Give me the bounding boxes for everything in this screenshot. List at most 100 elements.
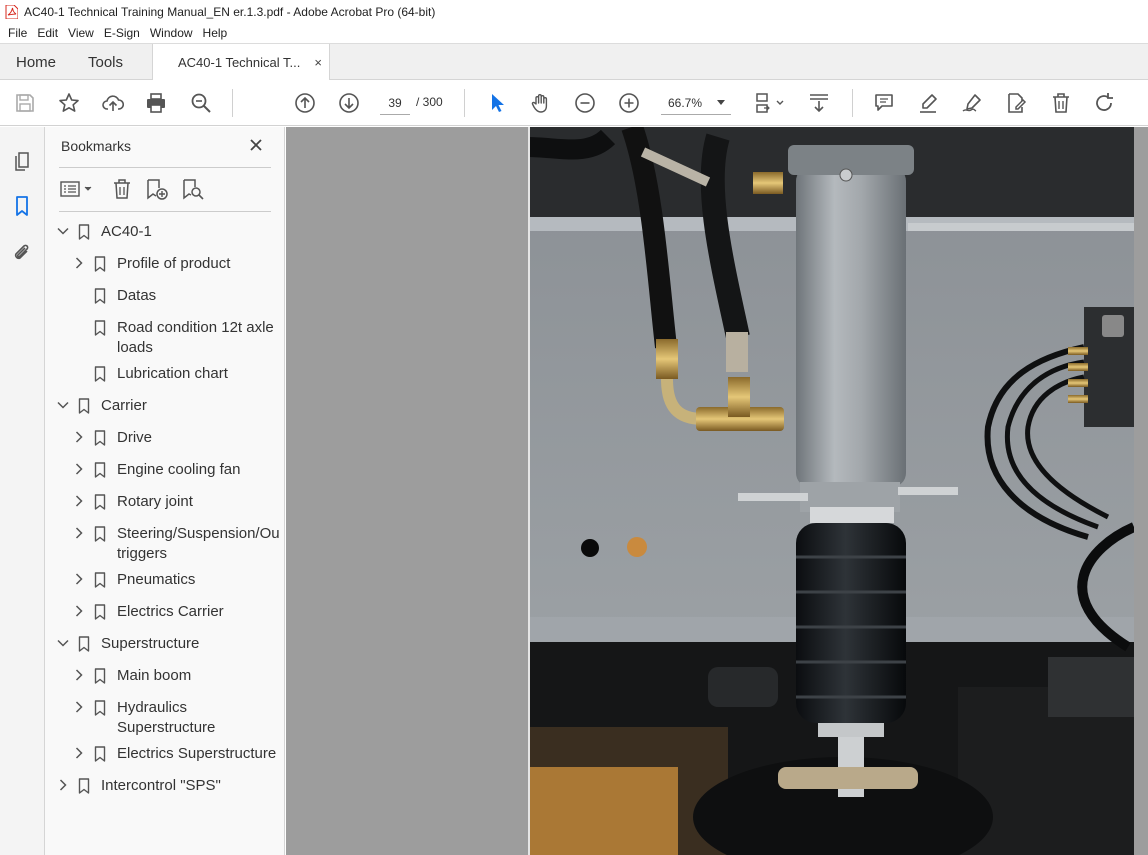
bookmark-icon [94,494,106,510]
zoom-out-icon[interactable] [572,90,598,116]
bookmark-label: Intercontrol "SPS" [101,777,221,794]
zoom-search-icon[interactable] [188,90,214,116]
bookmark-item[interactable]: Road condition 12t axle loads [45,318,284,364]
menu-file[interactable]: File [3,26,32,40]
bookmark-search-icon[interactable] [181,177,205,201]
bookmark-label: Datas [117,287,157,304]
chevron-right-icon[interactable] [73,747,85,759]
title-bar: AC40-1 Technical Training Manual_EN er.1… [0,0,1148,23]
bookmark-item[interactable]: Engine cooling fan [45,460,284,486]
bookmark-options-icon[interactable] [60,177,94,201]
zoom-dropdown[interactable]: 66.7% [661,91,731,115]
edit-document-icon[interactable] [1003,90,1029,116]
menu-help[interactable]: Help [198,26,233,40]
delete-trash-icon[interactable] [1048,90,1074,116]
pages-thumbnail-icon[interactable] [10,148,34,172]
bookmark-item[interactable]: Intercontrol "SPS" [45,776,284,802]
bookmark-item[interactable]: AC40-1 [45,222,284,248]
bookmark-label: loads [117,339,153,356]
select-cursor-icon[interactable] [484,90,510,116]
bookmark-icon [94,430,106,446]
bookmark-label: Main boom [117,667,192,684]
bookmark-icon [78,224,90,240]
chevron-right-icon[interactable] [73,701,85,713]
bookmark-item[interactable]: Steering/Suspension/Ou triggers [45,524,284,570]
bookmark-item[interactable]: Electrics Carrier [45,602,284,628]
toolbar: / 300 66.7% [0,80,1148,126]
star-icon[interactable] [56,90,82,116]
chevron-right-icon[interactable] [73,495,85,507]
menu-edit[interactable]: Edit [32,26,63,40]
bookmark-icon [78,636,90,652]
chevron-right-icon[interactable] [73,669,85,681]
attachment-paperclip-icon[interactable] [10,241,34,265]
tab-tools[interactable]: Tools [88,44,123,80]
save-icon[interactable] [12,90,38,116]
bookmark-label: Rotary joint [117,493,193,510]
chevron-down-icon[interactable] [57,225,69,237]
scroll-mode-icon[interactable] [806,90,832,116]
zoom-in-icon[interactable] [616,90,642,116]
panel-divider [59,167,271,168]
menu-esign[interactable]: E-Sign [99,26,145,40]
page-fit-icon[interactable] [752,90,788,116]
tab-home[interactable]: Home [16,44,56,80]
bookmark-item[interactable]: Carrier [45,396,284,422]
chevron-right-icon[interactable] [73,463,85,475]
bookmark-icon [94,256,106,272]
rotate-redo-icon[interactable] [1091,90,1117,116]
document-viewport[interactable] [286,127,1148,855]
hand-tool-icon[interactable] [528,90,554,116]
bookmark-item[interactable]: Main boom [45,666,284,692]
bookmark-item[interactable]: Lubrication chart [45,364,284,390]
bookmark-item[interactable]: Superstructure [45,634,284,660]
bookmark-item[interactable]: Hydraulics Superstructure [45,698,284,744]
chevron-down-icon[interactable] [57,637,69,649]
chevron-right-icon[interactable] [73,573,85,585]
bookmark-item[interactable]: Datas [45,286,284,312]
bookmark-label: Electrics Carrier [117,603,224,620]
comment-icon[interactable] [871,90,897,116]
bookmark-label: Superstructure [101,635,200,652]
bookmarks-panel: Bookmarks AC40-1 Profile of product Datas R… [45,127,285,855]
bookmark-item[interactable]: Profile of product [45,254,284,280]
upload-cloud-icon[interactable] [100,90,126,116]
chevron-right-icon[interactable] [73,605,85,617]
page-number-input[interactable] [380,91,410,115]
tab-bar: Home Tools AC40-1 Technical T... × [0,43,1148,81]
print-icon[interactable] [143,90,169,116]
close-panel-icon[interactable] [248,137,264,153]
bookmark-item[interactable]: Pneumatics [45,570,284,596]
tab-document[interactable]: AC40-1 Technical T... × [152,44,330,81]
menu-view[interactable]: View [63,26,99,40]
new-bookmark-icon[interactable] [145,177,169,201]
toolbar-separator [232,89,233,117]
chevron-down-icon[interactable] [57,399,69,411]
toolbar-separator [852,89,853,117]
chevron-right-icon[interactable] [57,779,69,791]
bookmarks-title: Bookmarks [61,138,132,154]
sign-pen-icon[interactable] [959,90,985,116]
previous-page-icon[interactable] [292,90,318,116]
next-page-icon[interactable] [336,90,362,116]
bookmark-label: Hydraulics [117,699,188,716]
bookmark-icon [78,778,90,794]
bookmark-label: Electrics Superstructure [117,745,277,762]
menu-bar: File Edit View E-Sign Window Help [0,23,1148,43]
window-title: AC40-1 Technical Training Manual_EN er.1… [24,4,436,19]
chevron-right-icon[interactable] [73,527,85,539]
bookmark-item[interactable]: Electrics Superstructure [45,744,284,770]
highlight-pen-icon[interactable] [915,90,941,116]
bookmark-panel-icon[interactable] [10,194,34,218]
bookmark-item[interactable]: Rotary joint [45,492,284,518]
delete-bookmark-icon[interactable] [111,177,133,201]
bookmark-icon [94,526,106,542]
bookmark-icon [94,462,106,478]
chevron-right-icon[interactable] [73,431,85,443]
chevron-right-icon[interactable] [73,257,85,269]
bookmark-item[interactable]: Drive [45,428,284,454]
close-tab-icon[interactable]: × [314,55,322,70]
menu-window[interactable]: Window [145,26,198,40]
bookmark-icon [94,668,106,684]
zoom-value: 66.7% [668,95,703,110]
